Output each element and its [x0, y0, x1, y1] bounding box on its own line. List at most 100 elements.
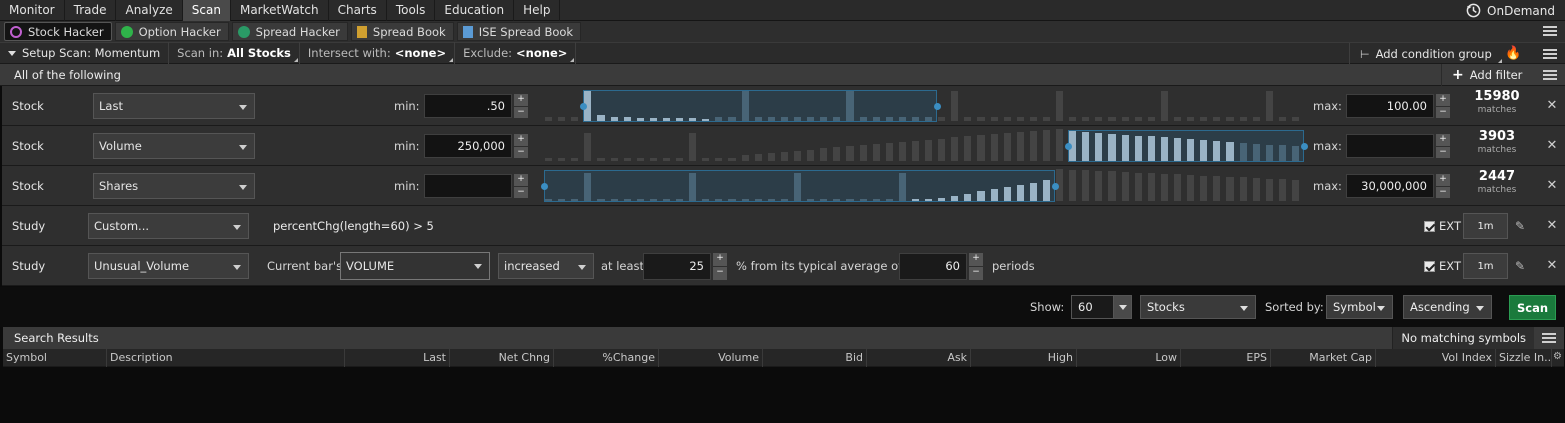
column-header-low[interactable]: Low: [1077, 349, 1181, 367]
study-dropdown[interactable]: Custom...: [88, 213, 249, 239]
minus-icon[interactable]: −: [1436, 146, 1450, 158]
direction-dropdown[interactable]: increased: [498, 253, 594, 279]
checkbox-checked-icon[interactable]: [1424, 220, 1435, 232]
minus-icon[interactable]: −: [1436, 106, 1450, 118]
range-handle-max[interactable]: [933, 102, 941, 110]
max-stepper[interactable]: + −: [1436, 94, 1450, 118]
setup-scan-dropdown[interactable]: Setup Scan: Momentum: [0, 42, 170, 64]
column-header-pct-change[interactable]: %Change: [554, 349, 659, 367]
subtab-spread-book[interactable]: Spread Book: [350, 22, 454, 41]
scan-button[interactable]: Scan: [1509, 295, 1556, 320]
min-input[interactable]: 250,000: [424, 134, 512, 158]
minus-icon[interactable]: −: [514, 186, 528, 198]
nav-tab-help[interactable]: Help: [514, 0, 561, 21]
minus-icon[interactable]: −: [713, 267, 727, 280]
checkbox-checked-icon[interactable]: [1424, 260, 1435, 272]
column-settings-gear-icon[interactable]: ⚙: [1553, 351, 1562, 362]
minus-icon[interactable]: −: [969, 267, 983, 280]
study-dropdown[interactable]: Unusual_Volume: [88, 253, 249, 279]
plus-icon[interactable]: +: [969, 253, 983, 266]
subtab-stock-hacker[interactable]: Stock Hacker: [4, 22, 112, 41]
intersect-with-dropdown[interactable]: Intersect with: <none>: [300, 42, 456, 64]
nav-tab-monitor[interactable]: Monitor: [0, 0, 65, 21]
plus-icon[interactable]: +: [713, 253, 727, 266]
plus-icon[interactable]: +: [1436, 174, 1450, 186]
plus-icon[interactable]: +: [514, 94, 528, 106]
range-handle-min[interactable]: [579, 102, 587, 110]
edit-pencil-icon[interactable]: ✎: [1515, 259, 1527, 273]
filter-field-dropdown[interactable]: Last: [93, 93, 255, 119]
periods-input[interactable]: 60: [899, 253, 967, 280]
timeframe-button[interactable]: 1m: [1463, 213, 1508, 239]
subtab-ise-spread-book[interactable]: ISE Spread Book: [456, 22, 582, 41]
ondemand-button[interactable]: OnDemand: [1458, 0, 1565, 21]
max-stepper[interactable]: + −: [1436, 174, 1450, 198]
sort-field-dropdown[interactable]: Symbol: [1326, 295, 1393, 319]
max-input[interactable]: [1346, 134, 1434, 158]
histogram-selection[interactable]: [1068, 130, 1304, 162]
percent-stepper[interactable]: + −: [713, 253, 727, 280]
minus-icon[interactable]: −: [1436, 186, 1450, 198]
edit-pencil-icon[interactable]: ✎: [1515, 219, 1527, 233]
minus-icon[interactable]: −: [514, 106, 528, 118]
percent-input[interactable]: 25: [643, 253, 711, 280]
flame-icon[interactable]: 🔥: [1505, 46, 1521, 62]
nav-tab-education[interactable]: Education: [435, 0, 515, 21]
add-condition-group-button[interactable]: ⊢ Add condition group: [1349, 43, 1502, 65]
histogram-volume[interactable]: [544, 129, 1308, 162]
subtab-spread-hacker[interactable]: Spread Hacker: [231, 22, 348, 41]
min-stepper[interactable]: + −: [514, 134, 528, 158]
filter-field-dropdown[interactable]: Volume: [93, 133, 255, 159]
histogram-shares[interactable]: [540, 169, 1304, 202]
max-stepper[interactable]: + −: [1436, 134, 1450, 158]
max-input[interactable]: 30,000,000: [1346, 174, 1434, 198]
universe-dropdown[interactable]: Stocks: [1140, 295, 1256, 319]
plus-icon[interactable]: +: [1436, 94, 1450, 106]
setup-menu-icon[interactable]: [1543, 49, 1557, 59]
column-header-bid[interactable]: Bid: [763, 349, 867, 367]
plus-icon[interactable]: +: [514, 174, 528, 186]
min-stepper[interactable]: + −: [514, 174, 528, 198]
close-icon[interactable]: ✕: [1546, 139, 1558, 152]
periods-stepper[interactable]: + −: [969, 253, 983, 280]
range-handle-max[interactable]: [1051, 182, 1059, 190]
column-header-market-cap[interactable]: Market Cap: [1271, 349, 1376, 367]
add-filter-button[interactable]: + Add filter: [1441, 64, 1522, 86]
exclude-dropdown[interactable]: Exclude: <none>: [455, 42, 577, 64]
close-icon[interactable]: ✕: [1546, 99, 1558, 112]
range-handle-max[interactable]: [1300, 142, 1308, 150]
range-handle-min[interactable]: [1064, 142, 1072, 150]
column-header-net-chng[interactable]: Net Chng: [450, 349, 554, 367]
scan-in-dropdown[interactable]: Scan in: All Stocks: [169, 42, 300, 64]
column-header-vol-index[interactable]: Vol Index: [1376, 349, 1496, 367]
filter-field-dropdown[interactable]: Shares: [93, 173, 255, 199]
results-menu-icon[interactable]: [1542, 333, 1556, 343]
timeframe-button[interactable]: 1m: [1463, 253, 1508, 279]
conditions-menu-icon[interactable]: [1543, 70, 1557, 80]
column-header-description[interactable]: Description: [107, 349, 345, 367]
column-header-sizzle-index[interactable]: Sizzle In...: [1496, 349, 1552, 367]
close-icon[interactable]: ✕: [1546, 179, 1558, 192]
histogram-last[interactable]: [544, 90, 1304, 122]
column-header-high[interactable]: High: [971, 349, 1077, 367]
column-header-eps[interactable]: EPS: [1181, 349, 1271, 367]
show-count-dropdown[interactable]: 60: [1071, 295, 1132, 319]
min-input[interactable]: [424, 174, 512, 198]
close-icon[interactable]: ✕: [1546, 259, 1558, 272]
metric-dropdown[interactable]: VOLUME: [340, 252, 490, 280]
nav-tab-tools[interactable]: Tools: [387, 0, 436, 21]
nav-tab-marketwatch[interactable]: MarketWatch: [231, 0, 329, 21]
nav-tab-trade[interactable]: Trade: [65, 0, 117, 21]
nav-tab-analyze[interactable]: Analyze: [116, 0, 183, 21]
histogram-selection[interactable]: [544, 170, 1055, 202]
ext-checkbox[interactable]: EXT: [1424, 219, 1461, 233]
column-header-last[interactable]: Last: [345, 349, 450, 367]
min-input[interactable]: .50: [424, 94, 512, 118]
column-header-symbol[interactable]: Symbol: [3, 349, 107, 367]
sort-order-dropdown[interactable]: Ascending: [1403, 295, 1492, 319]
close-icon[interactable]: ✕: [1546, 219, 1558, 232]
nav-tab-charts[interactable]: Charts: [329, 0, 387, 21]
column-header-ask[interactable]: Ask: [867, 349, 971, 367]
min-stepper[interactable]: + −: [514, 94, 528, 118]
subtabs-menu-icon[interactable]: [1543, 26, 1557, 36]
